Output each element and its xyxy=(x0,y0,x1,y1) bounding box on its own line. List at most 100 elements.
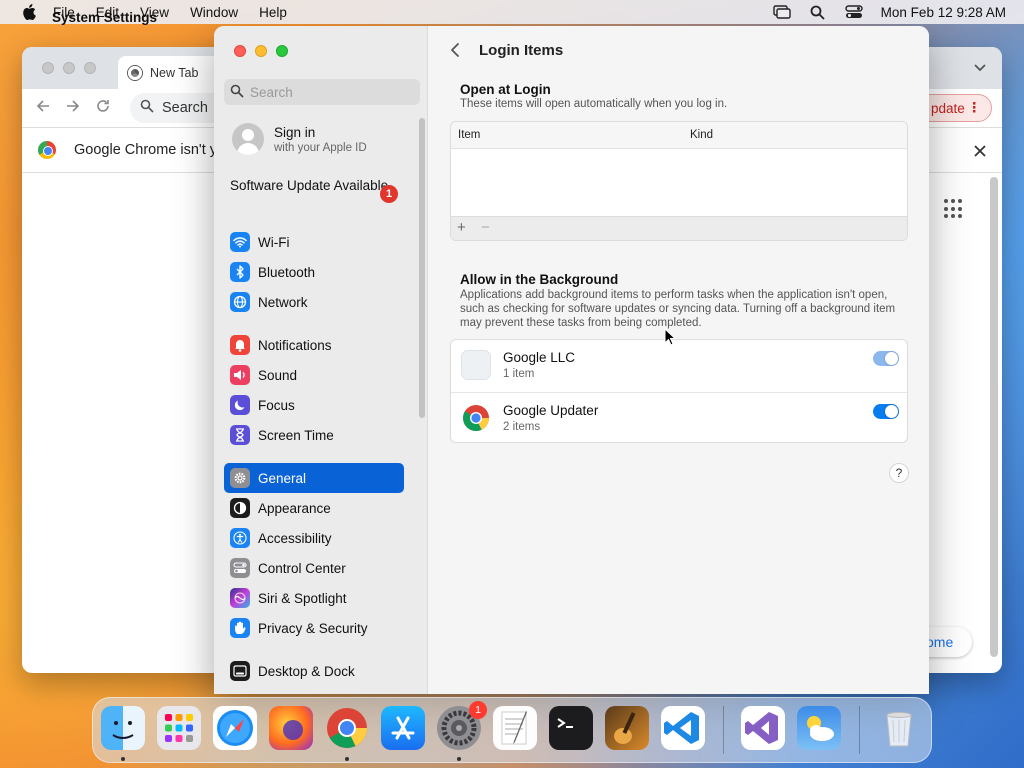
sidebar-item-focus[interactable]: Focus xyxy=(224,390,404,420)
chrome-nav-buttons xyxy=(36,99,110,118)
dock-separator xyxy=(723,706,724,754)
dock-chrome-icon[interactable] xyxy=(325,706,369,750)
google-apps-grid-icon[interactable] xyxy=(944,199,964,219)
chrome-forward-icon[interactable] xyxy=(66,99,80,118)
close-button[interactable] xyxy=(234,45,246,57)
dock-firefox-icon[interactable] xyxy=(269,706,313,750)
menu-window[interactable]: Window xyxy=(190,5,238,20)
signin-subtitle: with your Apple ID xyxy=(274,141,367,154)
google-updater-toggle[interactable] xyxy=(873,404,899,419)
chrome-scrollbar[interactable] xyxy=(990,177,998,657)
sidebar-item-wifi[interactable]: Wi-Fi xyxy=(224,227,404,257)
help-button[interactable]: ? xyxy=(889,463,909,483)
accessibility-icon xyxy=(230,528,250,548)
sidebar-item-notifications[interactable]: Notifications xyxy=(224,330,404,360)
sidebar-item-label: Screen Time xyxy=(258,427,334,443)
sidebar-item-label: Notifications xyxy=(258,337,332,353)
sidebar-item-control-center[interactable]: Control Center xyxy=(224,553,404,583)
sidebar-item-siri-spotlight[interactable]: Siri & Spotlight xyxy=(224,583,404,613)
sidebar-item-appearance[interactable]: Appearance xyxy=(224,493,404,523)
dock: 1 xyxy=(92,697,932,763)
sidebar-apple-id-signin[interactable]: Sign in with your Apple ID xyxy=(232,123,367,155)
sidebar-item-network[interactable]: Network xyxy=(224,287,404,317)
open-at-login-title: Open at Login xyxy=(460,82,551,97)
chrome-infobar-close-icon[interactable] xyxy=(974,141,986,162)
add-login-item-button[interactable]: + xyxy=(457,219,466,236)
chrome-tab-favicon-icon xyxy=(128,65,142,80)
sidebar-item-accessibility[interactable]: Accessibility xyxy=(224,523,404,553)
dock-garageband-icon[interactable] xyxy=(605,706,649,750)
appearance-icon xyxy=(230,498,250,518)
siri-icon xyxy=(230,588,250,608)
dock-running-indicator xyxy=(121,757,125,761)
chrome-omnibox-text: Search xyxy=(162,100,208,116)
sidebar-item-label: Appearance xyxy=(258,500,331,516)
chrome-zoom-button[interactable] xyxy=(84,62,96,74)
system-settings-window: Search Sign in with your Apple ID Softwa… xyxy=(214,26,929,694)
dock-separator xyxy=(859,706,860,754)
back-chevron-icon[interactable] xyxy=(450,42,464,60)
list-item: Google Updater 2 items xyxy=(451,392,907,442)
globe-icon xyxy=(230,292,250,312)
dock-weather-icon[interactable] xyxy=(797,706,841,750)
remove-login-item-button[interactable]: − xyxy=(481,219,490,236)
login-items-pane: Login Items Open at Login These items wi… xyxy=(428,26,929,694)
chrome-back-icon[interactable] xyxy=(36,99,50,118)
sidebar-item-label: Focus xyxy=(258,397,295,413)
chrome-infobar-text: Google Chrome isn't yo xyxy=(74,142,226,158)
sidebar-item-screen-time[interactable]: Screen Time xyxy=(224,420,404,450)
screen-mirroring-icon[interactable] xyxy=(772,4,791,20)
dock-visual-studio-icon[interactable] xyxy=(741,706,785,750)
sidebar-item-sound[interactable]: Sound xyxy=(224,360,404,390)
allow-background-title: Allow in the Background xyxy=(460,272,619,287)
sidebar-item-general[interactable]: General xyxy=(224,463,404,493)
google-llc-toggle[interactable] xyxy=(873,351,899,366)
sidebar-software-update[interactable]: Software Update Available xyxy=(230,178,400,194)
menu-app-name[interactable]: System Settings xyxy=(52,10,157,25)
table-header: Item Kind xyxy=(451,122,907,149)
minimize-button[interactable] xyxy=(255,45,267,57)
chrome-menu-dots-icon[interactable]: ⋮ xyxy=(968,100,982,116)
dock-terminal-icon[interactable] xyxy=(549,706,593,750)
search-icon xyxy=(230,84,244,101)
page-title: Login Items xyxy=(479,42,564,59)
sidebar-scrollbar[interactable] xyxy=(419,118,425,418)
table-footer: + − xyxy=(451,216,907,240)
dock-trash-icon[interactable] xyxy=(877,706,921,750)
background-item-count: 1 item xyxy=(503,368,535,380)
apple-menu-icon[interactable] xyxy=(19,4,39,20)
dock-app-store-icon[interactable] xyxy=(381,706,425,750)
mouse-cursor-icon xyxy=(664,327,677,351)
google-chrome-app-icon xyxy=(461,403,491,433)
dock-vscode-icon[interactable] xyxy=(661,706,705,750)
login-items-table[interactable]: Item Kind + − xyxy=(450,121,908,241)
chrome-reload-icon[interactable] xyxy=(96,99,110,118)
sidebar-item-label: Bluetooth xyxy=(258,264,316,280)
background-item-count: 2 items xyxy=(503,421,541,433)
sidebar-item-label: Wi-Fi xyxy=(258,234,290,250)
menu-clock[interactable]: Mon Feb 12 9:28 AM xyxy=(881,5,1006,20)
dock-finder-icon[interactable] xyxy=(101,706,145,750)
settings-sidebar: Search Sign in with your Apple ID Softwa… xyxy=(214,26,428,694)
column-header-item[interactable]: Item xyxy=(458,129,480,141)
sidebar-item-label: Privacy & Security xyxy=(258,620,368,636)
control-center-icon[interactable] xyxy=(844,4,863,20)
sidebar-search-input[interactable]: Search xyxy=(224,79,420,105)
column-header-kind[interactable]: Kind xyxy=(690,129,713,141)
dock-textedit-icon[interactable] xyxy=(493,706,537,750)
spotlight-search-icon[interactable] xyxy=(809,4,827,20)
chrome-tab-search-chevron-icon[interactable] xyxy=(974,61,986,75)
dock-launchpad-icon[interactable] xyxy=(157,706,201,750)
sidebar-item-bluetooth[interactable]: Bluetooth xyxy=(224,257,404,287)
zoom-button[interactable] xyxy=(276,45,288,57)
toggle-knob xyxy=(885,405,898,418)
menu-help[interactable]: Help xyxy=(259,5,287,20)
sidebar-item-privacy-security[interactable]: Privacy & Security xyxy=(224,613,404,643)
chrome-minimize-button[interactable] xyxy=(63,62,75,74)
sidebar-item-label: Network xyxy=(258,294,308,310)
window-controls xyxy=(234,45,288,57)
chrome-close-button[interactable] xyxy=(42,62,54,74)
dock-safari-icon[interactable] xyxy=(213,706,257,750)
sidebar-item-desktop-dock[interactable]: Desktop & Dock xyxy=(224,656,404,686)
avatar xyxy=(232,123,264,155)
